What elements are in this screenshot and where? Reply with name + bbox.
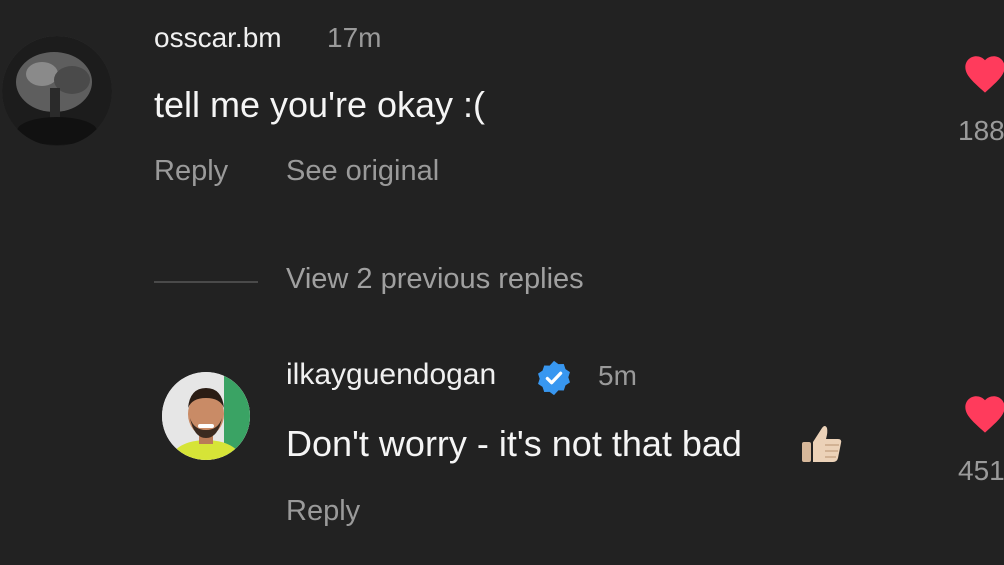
like-count: 188	[958, 115, 1004, 146]
view-previous-replies-button[interactable]: View 2 previous replies	[286, 263, 584, 296]
replies-divider	[154, 281, 258, 283]
verified-badge	[535, 359, 573, 397]
avatar-photo-icon	[162, 372, 250, 460]
heart-icon	[965, 396, 1004, 433]
avatar-osscar[interactable]	[2, 36, 112, 146]
avatar-photo-icon	[2, 36, 112, 146]
like-button[interactable]	[962, 52, 1004, 94]
avatar-ilkayguendogan[interactable]	[162, 372, 250, 460]
thumbs-up-icon	[802, 426, 842, 462]
comment-timestamp: 17m	[327, 22, 382, 53]
reply-text: Don't worry - it's not that bad	[286, 423, 742, 464]
thumbs-up-emoji	[798, 420, 846, 468]
like-count: 451	[958, 455, 1004, 486]
heart-icon	[965, 56, 1004, 93]
comment-username[interactable]: osscar.bm	[154, 22, 282, 54]
like-button[interactable]	[962, 392, 1004, 434]
comment-text: tell me you're okay :(	[154, 84, 485, 125]
reply-username[interactable]: ilkayguendogan	[286, 358, 496, 392]
verified-badge-icon	[538, 360, 570, 396]
reply-timestamp: 5m	[598, 360, 637, 391]
reply-button[interactable]: Reply	[154, 155, 228, 188]
see-original-button[interactable]: See original	[286, 155, 439, 188]
reply-button[interactable]: Reply	[286, 495, 360, 528]
